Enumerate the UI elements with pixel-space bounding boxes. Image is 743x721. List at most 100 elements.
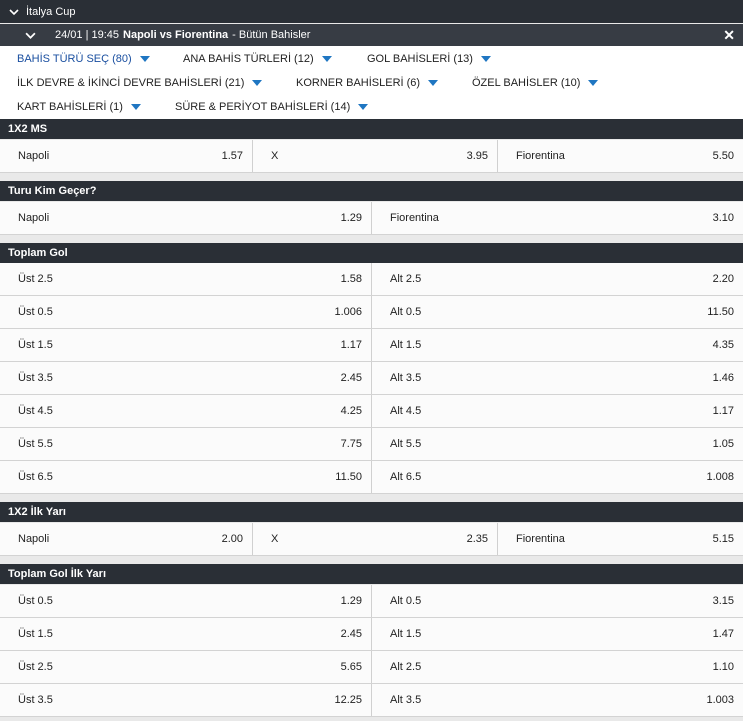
odd-cell[interactable]: Napoli 2.00: [0, 523, 253, 555]
section-title-1x2-ms: 1X2 MS: [0, 119, 743, 139]
filter-card-bets[interactable]: KART BAHİSLERİ (1): [17, 101, 141, 113]
odd-value: 11.50: [707, 306, 734, 318]
filter-label: SÜRE & PERİYOT BAHİSLERİ (14): [175, 101, 351, 113]
odd-value: 5.15: [712, 533, 734, 545]
odd-cell[interactable]: Napoli 1.57: [0, 140, 253, 172]
odd-cell[interactable]: Üst 5.5 7.75: [0, 428, 372, 460]
match-header[interactable]: 24/01 | 19:45 Napoli vs Fiorentina - Büt…: [0, 24, 743, 46]
outcome-label: Üst 5.5: [18, 438, 53, 450]
outcome-label: Alt 5.5: [390, 438, 422, 450]
odd-value: 3.15: [712, 595, 734, 607]
outcome-label: Alt 3.5: [390, 694, 422, 706]
odd-value: 1.17: [340, 339, 362, 351]
odd-cell[interactable]: Fiorentina 5.15: [498, 523, 743, 555]
odd-cell[interactable]: X 2.35: [253, 523, 498, 555]
market-row: Napoli 1.29 Fiorentina 3.10: [0, 202, 743, 235]
section-title-1x2-first-half: 1X2 İlk Yarı: [0, 502, 743, 522]
odd-cell[interactable]: X 3.95: [253, 140, 498, 172]
odd-cell[interactable]: Alt 1.5 4.35: [372, 329, 743, 361]
filter-label: KART BAHİSLERİ (1): [17, 101, 123, 113]
close-icon[interactable]: ✕: [723, 27, 735, 44]
odd-cell[interactable]: Üst 0.5 1.006: [0, 296, 372, 328]
odd-cell[interactable]: Napoli 1.29: [0, 202, 372, 234]
filter-half-bets[interactable]: İLK DEVRE & İKİNCİ DEVRE BAHİSLERİ (21): [17, 77, 263, 89]
section-title-first-half-totals: Toplam Gol İlk Yarı: [0, 564, 743, 584]
filter-goal-bets[interactable]: GOL BAHİSLERİ (13): [367, 53, 491, 65]
odd-cell[interactable]: Fiorentina 5.50: [498, 140, 743, 172]
market-row: Üst 1.5 2.45 Alt 1.5 1.47: [0, 618, 743, 651]
market-row: Üst 0.5 1.006 Alt 0.5 11.50: [0, 296, 743, 329]
chevron-down-icon: [9, 8, 19, 15]
odd-value: 2.00: [221, 533, 243, 545]
filter-time-bets[interactable]: SÜRE & PERİYOT BAHİSLERİ (14): [175, 101, 369, 113]
odd-value: 2.45: [340, 372, 362, 384]
market-row: Üst 3.5 2.45 Alt 3.5 1.46: [0, 362, 743, 395]
odd-value: 5.65: [340, 661, 362, 673]
odd-cell[interactable]: Alt 3.5 1.003: [372, 684, 743, 716]
outcome-label: Üst 3.5: [18, 694, 53, 706]
odd-value: 5.50: [712, 150, 734, 162]
odd-cell[interactable]: Üst 1.5 2.45: [0, 618, 372, 650]
filter-special-bets[interactable]: ÖZEL BAHİSLER (10): [472, 77, 599, 89]
odd-cell[interactable]: Alt 0.5 11.50: [372, 296, 743, 328]
outcome-label: Üst 2.5: [18, 661, 53, 673]
odd-value: 1.008: [706, 471, 734, 483]
caret-down-icon: [139, 56, 150, 62]
odd-value: 1.10: [712, 661, 734, 673]
caret-down-icon: [480, 56, 491, 62]
outcome-label: Üst 2.5: [18, 273, 53, 285]
outcome-label: Alt 1.5: [390, 628, 422, 640]
filter-bet-type-select[interactable]: BAHİS TÜRÜ SEÇ (80): [17, 53, 150, 65]
outcome-label: Üst 3.5: [18, 372, 53, 384]
odd-value: 1.17: [712, 405, 734, 417]
odd-cell[interactable]: Üst 6.5 11.50: [0, 461, 372, 493]
odd-cell[interactable]: Üst 1.5 1.17: [0, 329, 372, 361]
market-row: Napoli 1.57 X 3.95 Fiorentina 5.50: [0, 140, 743, 173]
league-header[interactable]: İtalya Cup: [0, 0, 743, 23]
filter-label: BAHİS TÜRÜ SEÇ (80): [17, 53, 132, 65]
odd-cell[interactable]: Alt 6.5 1.008: [372, 461, 743, 493]
odd-cell[interactable]: Alt 2.5 2.20: [372, 263, 743, 295]
odd-cell[interactable]: Üst 3.5 2.45: [0, 362, 372, 394]
filter-label: ÖZEL BAHİSLER (10): [472, 77, 581, 89]
odd-cell[interactable]: Üst 4.5 4.25: [0, 395, 372, 427]
caret-down-icon: [588, 80, 599, 86]
odd-value: 7.75: [340, 438, 362, 450]
odd-cell[interactable]: Üst 3.5 12.25: [0, 684, 372, 716]
odd-value: 1.57: [221, 150, 243, 162]
odd-value: 11.50: [335, 471, 362, 483]
filter-corner-bets[interactable]: KORNER BAHİSLERİ (6): [296, 77, 439, 89]
caret-down-icon: [321, 56, 332, 62]
outcome-label: Üst 0.5: [18, 595, 53, 607]
caret-down-icon: [252, 80, 263, 86]
league-title: İtalya Cup: [26, 5, 76, 18]
odd-cell[interactable]: Üst 0.5 1.29: [0, 585, 372, 617]
odd-cell[interactable]: Alt 5.5 1.05: [372, 428, 743, 460]
odd-cell[interactable]: Alt 2.5 1.10: [372, 651, 743, 683]
odd-cell[interactable]: Alt 3.5 1.46: [372, 362, 743, 394]
odd-cell[interactable]: Fiorentina 3.10: [372, 202, 743, 234]
outcome-label: Alt 2.5: [390, 661, 422, 673]
odd-value: 2.20: [712, 273, 734, 285]
odd-value: 1.29: [340, 595, 362, 607]
odd-value: 1.46: [712, 372, 734, 384]
odd-cell[interactable]: Alt 0.5 3.15: [372, 585, 743, 617]
odd-value: 4.25: [340, 405, 362, 417]
odd-value: 4.35: [712, 339, 734, 351]
odd-value: 1.006: [334, 306, 362, 318]
outcome-label: Üst 6.5: [18, 471, 53, 483]
odd-cell[interactable]: Üst 2.5 1.58: [0, 263, 372, 295]
odd-value: 1.05: [712, 438, 734, 450]
match-subtitle: - Bütün Bahisler: [232, 29, 311, 41]
filter-main-bets[interactable]: ANA BAHİS TÜRLERİ (12): [183, 53, 332, 65]
outcome-label: Fiorentina: [516, 150, 565, 162]
outcome-label: X: [271, 533, 279, 545]
odd-cell[interactable]: Üst 2.5 5.65: [0, 651, 372, 683]
odd-value: 1.47: [712, 628, 734, 640]
filter-label: GOL BAHİSLERİ (13): [367, 53, 473, 65]
market-row: Üst 0.5 1.29 Alt 0.5 3.15: [0, 585, 743, 618]
odd-cell[interactable]: Alt 1.5 1.47: [372, 618, 743, 650]
odd-cell[interactable]: Alt 4.5 1.17: [372, 395, 743, 427]
odd-value: 12.25: [334, 694, 362, 706]
odd-value: 1.003: [706, 694, 734, 706]
